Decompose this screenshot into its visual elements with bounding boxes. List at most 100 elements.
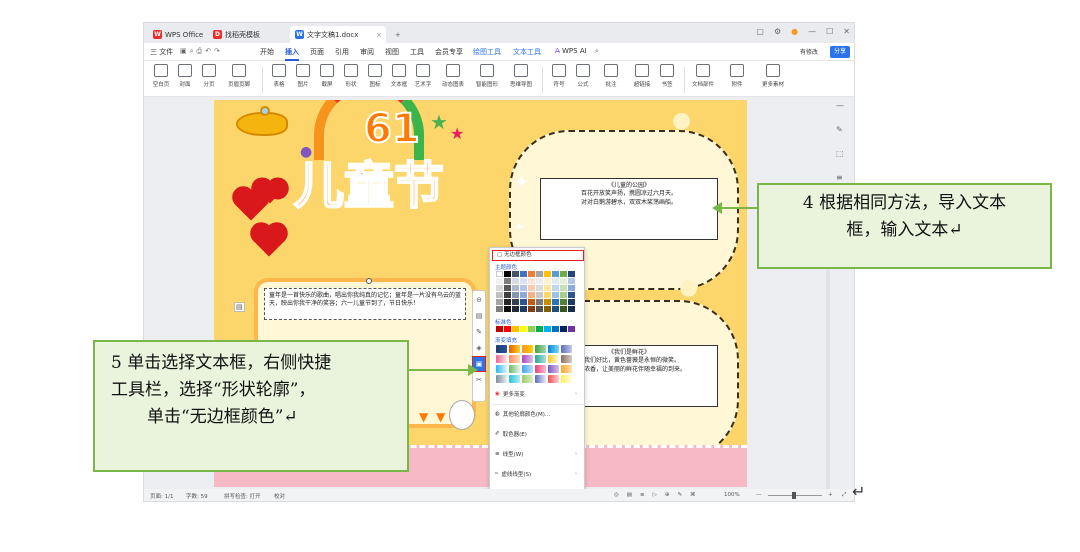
gradient-grid[interactable] — [496, 345, 572, 383]
formula-button[interactable]: 公式 — [572, 64, 594, 88]
spell-check-status[interactable]: 拼写检查: 打开 — [224, 492, 261, 500]
mind-map-icon — [514, 64, 528, 77]
tab-document[interactable]: W 文字文稿1.docx × — [290, 26, 386, 43]
cover-button[interactable]: 封面 — [174, 64, 196, 88]
doc-parts-button[interactable]: 文档部件 — [688, 64, 718, 88]
zoom-out-icon[interactable]: — — [756, 492, 762, 498]
text-box-poem-1[interactable]: 《儿童的公园》 百花开放笑声扬，携圆凉过六月天。 对对白鹅游碧水，双双木桨荡画船… — [540, 178, 718, 240]
star-icon: ★ — [430, 110, 448, 134]
zoom-level[interactable]: 100% — [724, 492, 740, 498]
menu-home[interactable]: 开始 — [260, 47, 274, 57]
attachment-button[interactable]: 附件 — [722, 64, 752, 88]
tab-templates[interactable]: D 找稻壳模板 — [208, 26, 282, 43]
word-doc-icon: W — [295, 30, 304, 39]
no-border-color-option[interactable]: ▢ 无边框颜色 — [492, 250, 584, 261]
user-avatar-icon[interactable]: ● — [791, 27, 798, 36]
dash-style-icon: ┅ — [495, 471, 499, 477]
minimize-icon[interactable]: — — [808, 27, 816, 36]
layout-icon[interactable]: ▢ — [756, 27, 764, 36]
standard-color-row[interactable] — [496, 326, 575, 332]
menu-wps-ai[interactable]: A̶ WPS AI — [555, 47, 587, 55]
comment-button[interactable]: 批注 — [600, 64, 622, 88]
dash-style-label: 虚线线型(S) — [501, 472, 532, 478]
blank-page-button[interactable]: 空白页 — [150, 64, 172, 88]
textbox-button[interactable]: 文本框 — [388, 64, 410, 88]
tab-wps-office[interactable]: W WPS Office — [148, 26, 206, 43]
word-count[interactable]: 字数: 59 — [186, 492, 208, 500]
zoom-slider-thumb[interactable] — [792, 492, 796, 499]
bookmark-button[interactable]: 书签 — [656, 64, 678, 88]
more-materials-button[interactable]: 更多素材 — [758, 64, 788, 88]
attachment-icon — [730, 64, 744, 77]
heart-balloon-icon — [258, 180, 282, 204]
header-footer-button[interactable]: 页眉页脚 — [222, 64, 256, 88]
fill-icon[interactable]: ✎ — [473, 325, 485, 339]
ribbon-label: 分页 — [203, 82, 215, 88]
other-outline-color-option[interactable]: ◍ 其他轮廓颜色(M)... — [495, 410, 550, 418]
theme-color-grid[interactable] — [496, 271, 575, 312]
formula-icon — [576, 64, 590, 77]
menu-tools[interactable]: 工具 — [410, 47, 424, 57]
zoom-in-icon[interactable]: + — [828, 492, 833, 498]
search-icon[interactable]: ⌕ — [595, 47, 599, 56]
mind-map-button[interactable]: 思维导图 — [506, 64, 536, 88]
text-box-childhood[interactable]: 童年是一首快乐的歌曲，唱出你我纯真的记忆；童年是一片没有乌云的蓝天，映出你我干净… — [264, 288, 466, 320]
layout-icon[interactable]: ▤ — [473, 309, 485, 323]
layout-options-icon[interactable]: ▤ — [234, 302, 245, 312]
screenshot-button[interactable]: 截屏 — [316, 64, 338, 88]
comment-icon — [604, 64, 618, 77]
menu-text-tools[interactable]: 文本工具 — [513, 47, 541, 57]
icon-button[interactable]: 图标 — [364, 64, 386, 88]
menu-page[interactable]: 页面 — [310, 47, 324, 57]
ribbon-label: 动态图表 — [441, 82, 464, 88]
status-bar: 页面: 1/1 字数: 59 拼写检查: 打开 校对 ◎▤≡▷⊕✎⌘ 100% … — [144, 489, 854, 501]
menu-bar: 三 文件 ▣⌕⎙↶↷ 开始 插入 页面 引用 审阅 视图 工具 会员专享 绘图工… — [144, 43, 854, 61]
close-tab-icon[interactable]: × — [376, 31, 382, 39]
page-break-button[interactable]: 分页 — [198, 64, 220, 88]
menu-drawing-tools[interactable]: 绘图工具 — [473, 47, 501, 57]
ribbon-label: 思维导图 — [509, 82, 532, 88]
smart-graphic-button[interactable]: 智能图形 — [472, 64, 502, 88]
menu-view[interactable]: 视图 — [385, 47, 399, 57]
symbol-button[interactable]: 符号 — [548, 64, 570, 88]
quick-access-icons[interactable]: ▣⌕⎙↶↷ — [180, 47, 223, 56]
wordart-button[interactable]: 艺术字 — [412, 64, 434, 88]
settings-slider-icon[interactable]: ≡ — [836, 173, 844, 182]
picture-button[interactable]: 图片 — [292, 64, 314, 88]
shape-icon — [344, 64, 358, 77]
more-gradient-option[interactable]: ◉ 更多渐变 › — [495, 390, 577, 398]
menu-insert[interactable]: 插入 — [285, 47, 299, 61]
select-icon[interactable]: ⬚ — [836, 149, 844, 158]
menu-reference[interactable]: 引用 — [335, 47, 349, 57]
childhood-text: 童年是一首快乐的歌曲，唱出你我纯真的记忆；童年是一片没有乌云的蓝天，映出你我干净… — [269, 292, 462, 308]
pen-icon[interactable]: ✎ — [836, 125, 844, 134]
hyperlink-button[interactable]: 超链接 — [630, 64, 654, 88]
dash-style-option[interactable]: ┅ 虚线线型(S) › — [495, 470, 577, 478]
revise-button[interactable]: 有修改 — [800, 47, 818, 56]
line-style-option[interactable]: ≡ 线型(W) › — [495, 450, 577, 458]
bunny-illustration — [449, 400, 475, 430]
callout-step-4-line2: 框，输入文本↵ — [846, 220, 963, 241]
share-button[interactable]: 分享 — [829, 46, 850, 58]
shape-fill-icon[interactable]: ◈ — [473, 341, 485, 355]
close-icon[interactable]: ✕ — [843, 27, 850, 36]
menu-review[interactable]: 审阅 — [360, 47, 374, 57]
table-button[interactable]: 表格 — [268, 64, 290, 88]
dynamic-chart-button[interactable]: 动态图表 — [438, 64, 468, 88]
menu-file[interactable]: 三 文件 — [150, 47, 173, 57]
collapse-panel-icon[interactable]: — — [836, 101, 844, 110]
settings-icon[interactable]: ⚙ — [774, 27, 781, 36]
shape-button[interactable]: 形状 — [340, 64, 362, 88]
eyedropper-option[interactable]: ✐ 取色器(E) — [495, 430, 527, 438]
rotate-handle-icon[interactable] — [366, 278, 372, 284]
maximize-icon[interactable]: ☐ — [826, 27, 833, 36]
new-tab-button[interactable]: + — [390, 26, 410, 43]
eyedropper-icon: ✐ — [495, 431, 500, 437]
proofread-button[interactable]: 校对 — [274, 492, 285, 500]
menu-member[interactable]: 会员专享 — [435, 47, 463, 57]
fullscreen-icon[interactable]: ⤢ — [842, 492, 846, 499]
tab-label: 找稻壳模板 — [225, 30, 260, 39]
collapse-icon[interactable]: ⊖ — [473, 293, 485, 307]
tab-label: WPS Office — [165, 30, 204, 39]
view-mode-icons[interactable]: ◎▤≡▷⊕✎⌘ — [614, 492, 704, 498]
